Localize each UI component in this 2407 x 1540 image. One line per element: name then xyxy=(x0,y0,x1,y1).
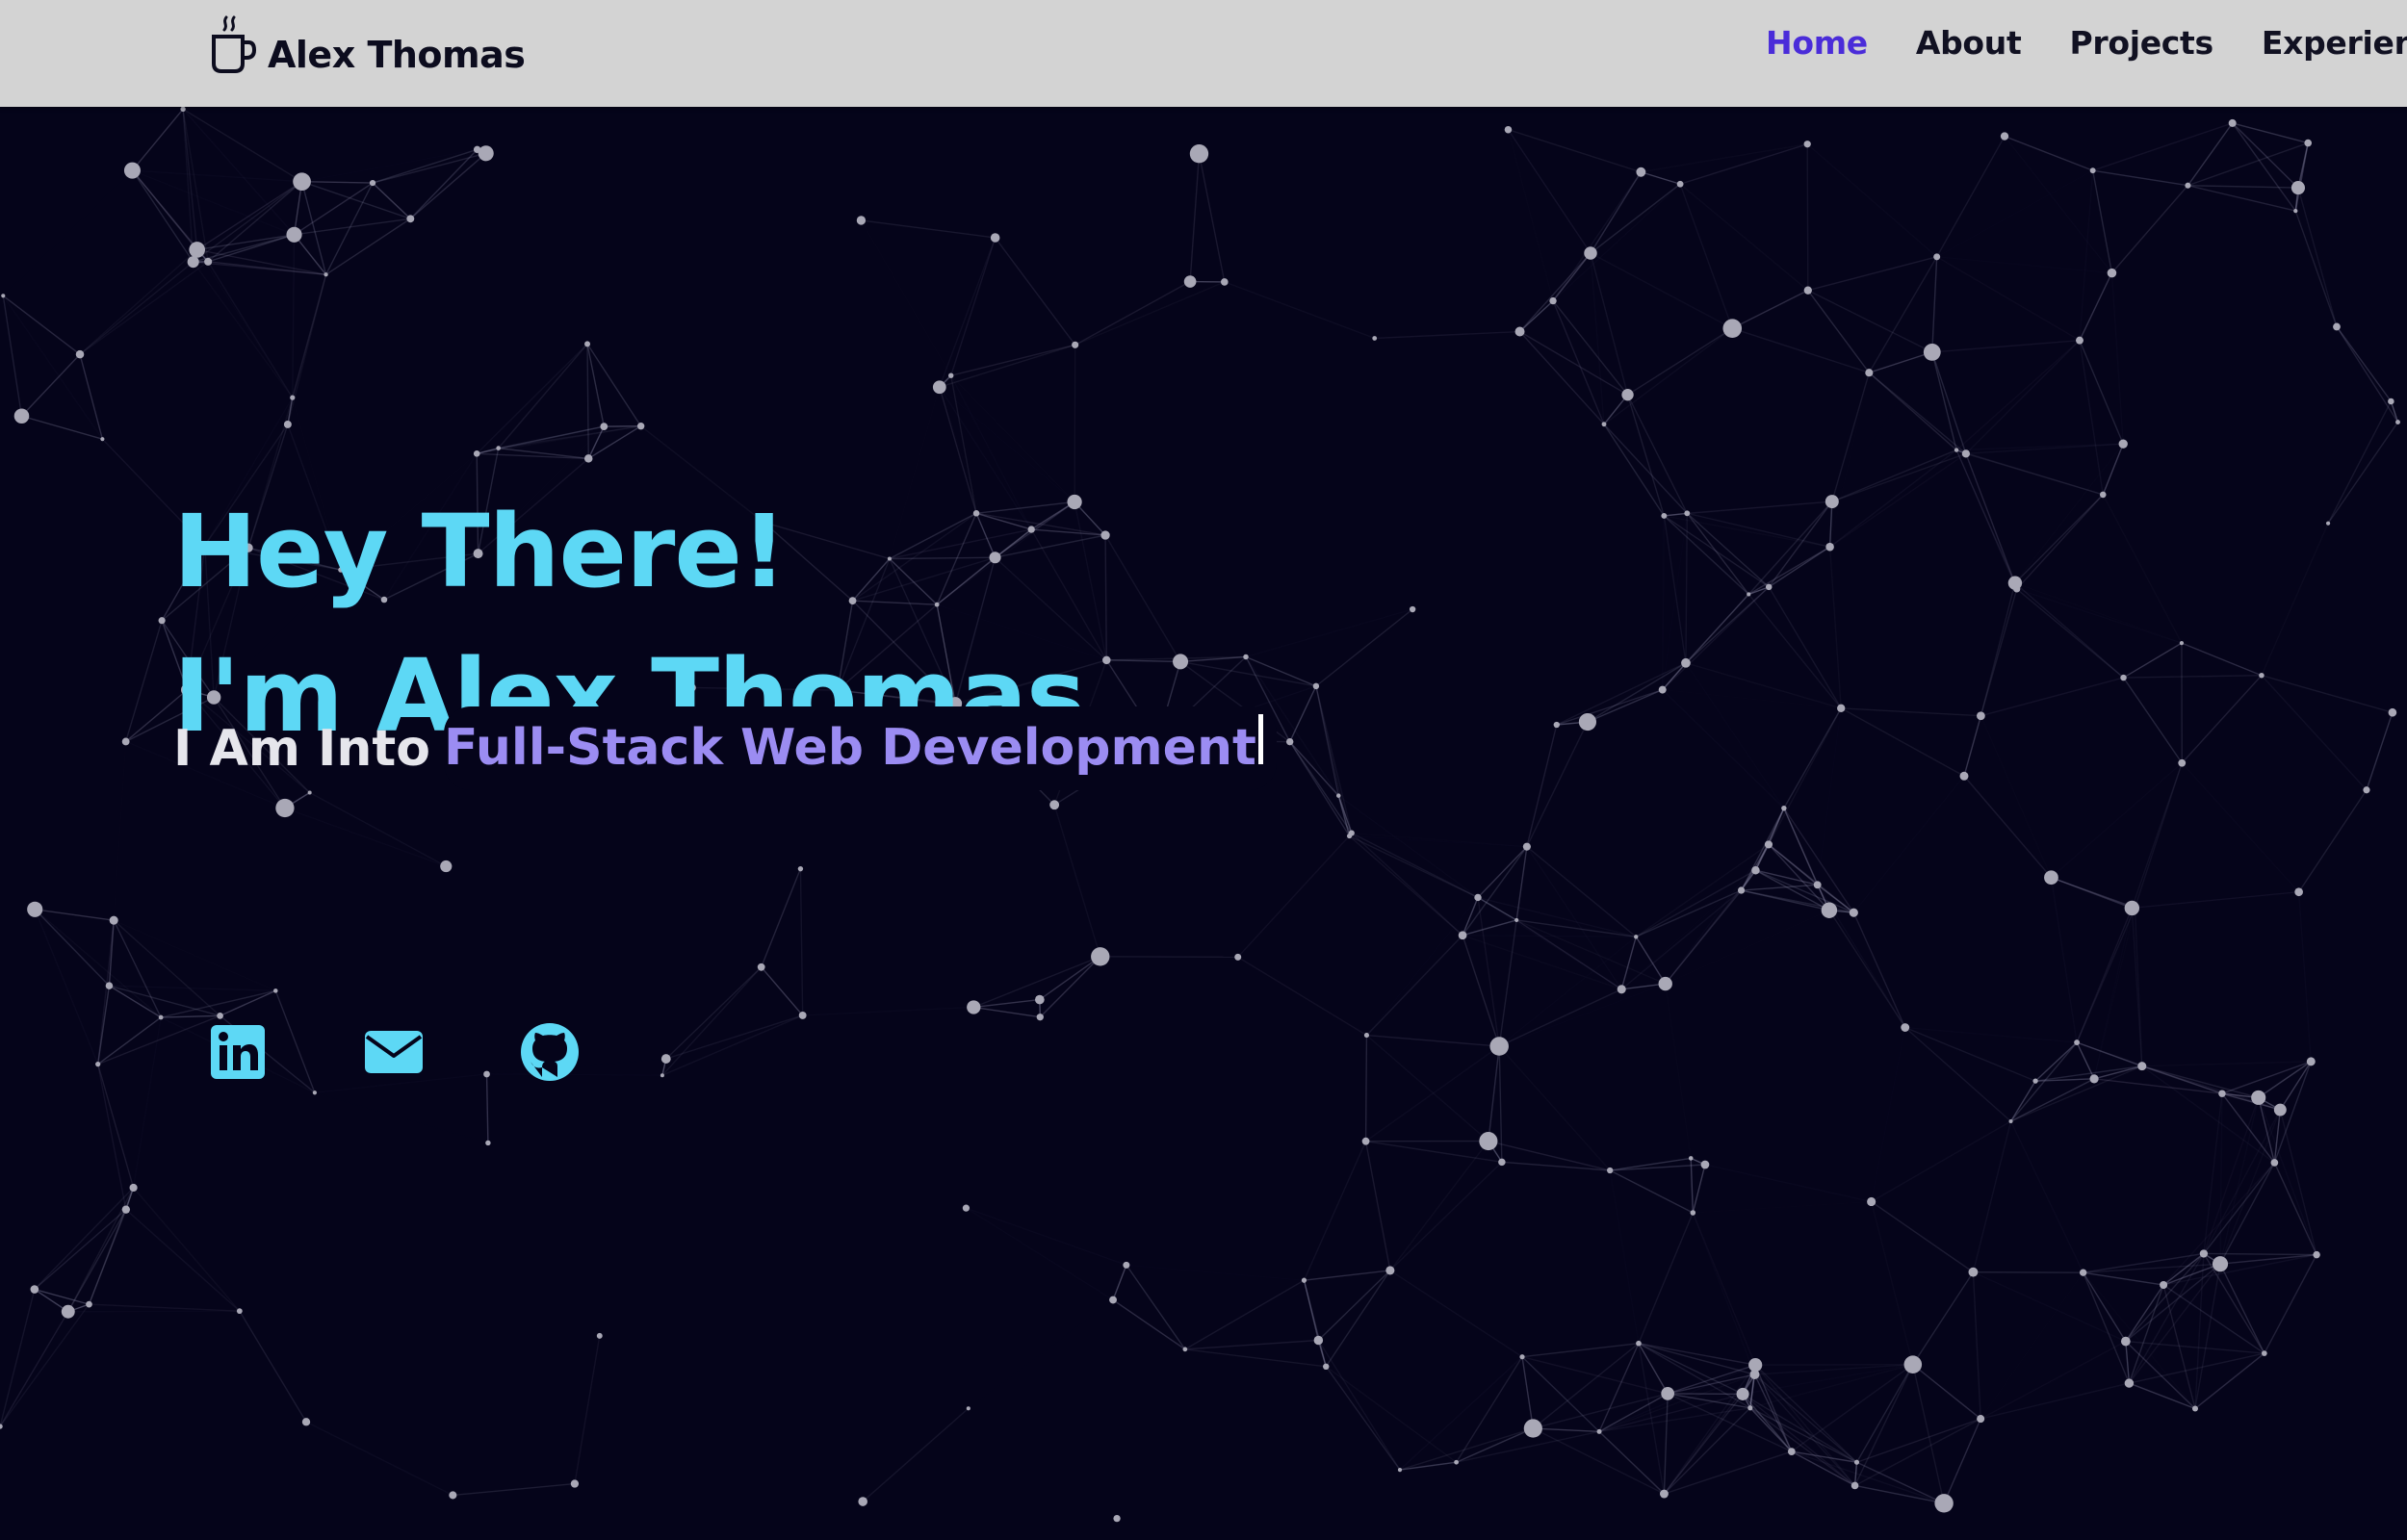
social-links xyxy=(207,1021,581,1083)
tagline-prefix: I Am Into xyxy=(173,719,430,778)
brand[interactable]: Alex Thomas xyxy=(208,8,526,76)
particle-network-background xyxy=(0,107,2400,1523)
greeting-line-1: Hey There! xyxy=(173,492,787,610)
github-icon[interactable] xyxy=(519,1021,581,1083)
nav-link-home[interactable]: Home xyxy=(1766,24,1868,62)
typed-text: Full-Stack Web Development xyxy=(443,719,1256,777)
typing-caret xyxy=(1257,714,1263,764)
coffee-cup-icon xyxy=(212,15,257,73)
linkedin-icon[interactable] xyxy=(207,1021,269,1083)
hero-section: Hey There! I'm Alex Thomas I Am Into Ful… xyxy=(0,107,2407,1540)
tagline: I Am Into Full-Stack Web Development xyxy=(173,706,1277,790)
nav-links: Home About Projects Experience xyxy=(1766,24,2407,62)
mail-icon[interactable] xyxy=(363,1021,425,1083)
tagline-typed-text: Full-Stack Web Development xyxy=(443,706,1277,790)
brand-name: Alex Thomas xyxy=(268,34,526,76)
nav-link-projects[interactable]: Projects xyxy=(2069,24,2213,62)
navbar: Alex Thomas Home About Projects Experien… xyxy=(0,0,2407,107)
nav-link-experience[interactable]: Experience xyxy=(2262,24,2407,62)
nav-link-about[interactable]: About xyxy=(1916,24,2022,62)
